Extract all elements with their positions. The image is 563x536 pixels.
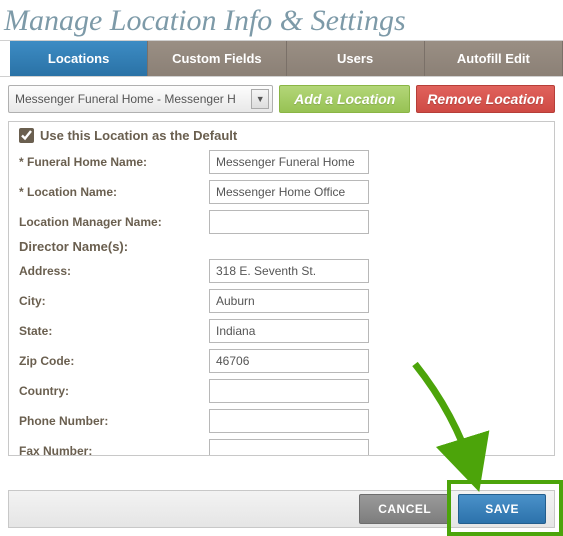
city-input[interactable] (209, 289, 369, 313)
director-names-header: Director Name(s): (19, 239, 544, 254)
default-location-label: Use this Location as the Default (40, 128, 237, 143)
cancel-button[interactable]: CANCEL (359, 494, 450, 524)
state-input[interactable] (209, 319, 369, 343)
page-title: Manage Location Info & Settings (0, 0, 563, 41)
add-location-button[interactable]: Add a Location (279, 85, 410, 113)
location-select-value: Messenger Funeral Home - Messenger H (15, 92, 236, 106)
footer-bar: CANCEL SAVE (8, 490, 555, 528)
tab-bar: Locations Custom Fields Users Autofill E… (0, 41, 563, 77)
location-name-input[interactable] (209, 180, 369, 204)
fax-label: Fax Number: (19, 444, 209, 457)
city-label: City: (19, 294, 209, 308)
location-manager-name-input[interactable] (209, 210, 369, 234)
country-label: Country: (19, 384, 209, 398)
remove-location-button[interactable]: Remove Location (416, 85, 555, 113)
phone-label: Phone Number: (19, 414, 209, 428)
location-select[interactable]: Messenger Funeral Home - Messenger H ▼ (8, 85, 273, 113)
country-input[interactable] (209, 379, 369, 403)
location-manager-name-label: Location Manager Name: (19, 215, 209, 229)
funeral-home-name-label: * Funeral Home Name: (19, 155, 209, 169)
content-area: Messenger Funeral Home - Messenger H ▼ A… (0, 77, 563, 464)
state-label: State: (19, 324, 209, 338)
tab-locations[interactable]: Locations (10, 41, 148, 76)
phone-input[interactable] (209, 409, 369, 433)
zip-label: Zip Code: (19, 354, 209, 368)
form-panel[interactable]: Use this Location as the Default * Funer… (8, 121, 555, 456)
location-name-label: * Location Name: (19, 185, 209, 199)
tab-autofill-edit[interactable]: Autofill Edit (425, 41, 563, 76)
address-label: Address: (19, 264, 209, 278)
address-input[interactable] (209, 259, 369, 283)
funeral-home-name-input[interactable] (209, 150, 369, 174)
zip-input[interactable] (209, 349, 369, 373)
default-location-row: Use this Location as the Default (19, 128, 544, 143)
tab-custom-fields[interactable]: Custom Fields (148, 41, 286, 76)
tab-users[interactable]: Users (287, 41, 425, 76)
top-controls: Messenger Funeral Home - Messenger H ▼ A… (8, 85, 555, 113)
fax-input[interactable] (209, 439, 369, 457)
chevron-down-icon[interactable]: ▼ (251, 89, 269, 109)
default-location-checkbox[interactable] (19, 128, 34, 143)
save-button[interactable]: SAVE (458, 494, 546, 524)
